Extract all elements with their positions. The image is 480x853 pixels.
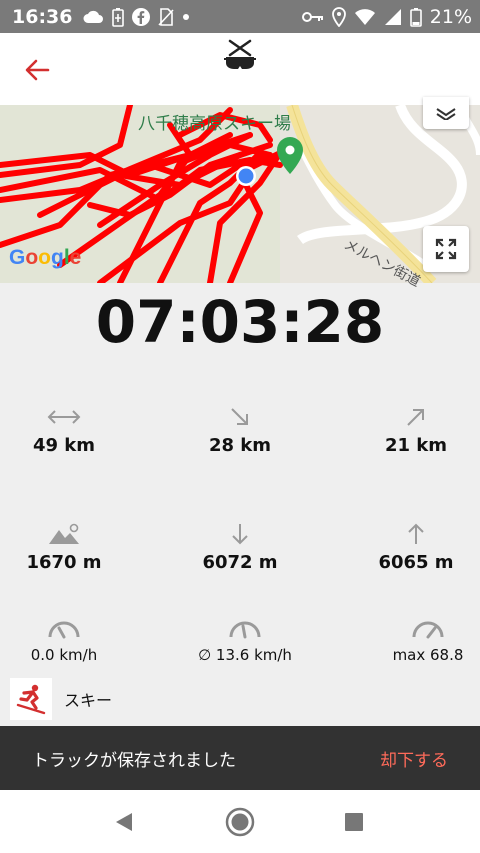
elapsed-time: 07:03:28 xyxy=(95,288,385,356)
signal-icon xyxy=(384,8,402,26)
stat-altitude: 1670 m xyxy=(0,520,144,573)
map-place-label: 八千穂高原スキー場 xyxy=(138,114,291,134)
location-icon xyxy=(331,6,346,27)
stat-value: 0.0 km/h xyxy=(30,646,98,664)
stat-average-speed: ∅ 13.6 km/h xyxy=(165,614,325,664)
map-fullscreen-button[interactable] xyxy=(423,226,469,272)
snackbar-dismiss-button[interactable]: 却下する xyxy=(380,746,448,771)
downhill-arrow-icon xyxy=(160,403,320,431)
back-button[interactable] xyxy=(20,53,54,87)
stat-uphill-distance: 21 km xyxy=(336,403,480,456)
horizontal-distance-icon xyxy=(0,403,144,431)
snackbar: トラックが保存されました 却下する xyxy=(0,726,480,790)
home-circle-icon xyxy=(225,807,255,837)
nav-recents-button[interactable] xyxy=(336,804,372,840)
facebook-icon xyxy=(132,7,151,26)
battery-saver-icon xyxy=(112,7,125,27)
google-attribution-logo: Google xyxy=(9,246,82,269)
stat-value: 6072 m xyxy=(202,552,278,573)
status-right-icons: 21% xyxy=(301,0,472,33)
cloud-icon xyxy=(82,9,104,25)
recents-square-icon xyxy=(345,813,363,831)
stat-value: max 68.8 xyxy=(392,646,464,664)
speedometer-icon xyxy=(0,614,144,642)
layers-icon xyxy=(436,108,456,120)
activity-type[interactable]: スキー xyxy=(10,678,112,720)
ascent-arrow-icon xyxy=(336,520,480,548)
fullscreen-icon xyxy=(435,238,457,260)
stat-value: 28 km xyxy=(208,435,272,456)
skier-icon xyxy=(10,678,52,720)
nav-back-button[interactable] xyxy=(106,804,142,840)
speedometer-icon xyxy=(348,614,480,642)
stat-value: 49 km xyxy=(32,435,96,456)
arrow-left-icon xyxy=(25,59,50,81)
no-sim-icon xyxy=(158,7,175,27)
activity-label: スキー xyxy=(64,691,113,710)
map-layers-button[interactable] xyxy=(423,97,469,129)
snackbar-message: トラックが保存されました xyxy=(32,750,236,771)
status-left-icons xyxy=(82,7,190,27)
stat-ascent: 6065 m xyxy=(336,520,480,573)
status-time: 16:36 xyxy=(12,5,73,28)
stat-downhill-distance: 28 km xyxy=(160,403,320,456)
back-triangle-icon xyxy=(116,813,132,831)
stat-descent: 6072 m xyxy=(160,520,320,573)
stat-total-distance: 49 km xyxy=(0,403,144,456)
dot-icon xyxy=(182,13,190,21)
stat-value: 6065 m xyxy=(378,552,454,573)
stat-value: 21 km xyxy=(384,435,448,456)
descent-arrow-icon xyxy=(160,520,320,548)
uphill-arrow-icon xyxy=(336,403,480,431)
mountain-altitude-icon xyxy=(0,520,144,548)
stat-max-speed: max 68.8 xyxy=(348,614,480,664)
app-bar xyxy=(0,33,480,105)
vpn-key-icon xyxy=(301,11,324,23)
wifi-icon xyxy=(354,8,376,26)
stat-value: ∅ 13.6 km/h xyxy=(198,646,292,664)
battery-icon xyxy=(409,7,422,27)
nav-home-button[interactable] xyxy=(222,804,258,840)
system-nav-bar xyxy=(0,790,480,853)
ski-goggles-logo-icon xyxy=(222,37,258,73)
battery-percent: 21% xyxy=(429,5,472,28)
status-bar: 16:36 21% xyxy=(0,0,480,33)
stat-current-speed: 0.0 km/h xyxy=(0,614,144,664)
stat-value: 1670 m xyxy=(26,552,102,573)
speedometer-icon xyxy=(165,614,325,642)
